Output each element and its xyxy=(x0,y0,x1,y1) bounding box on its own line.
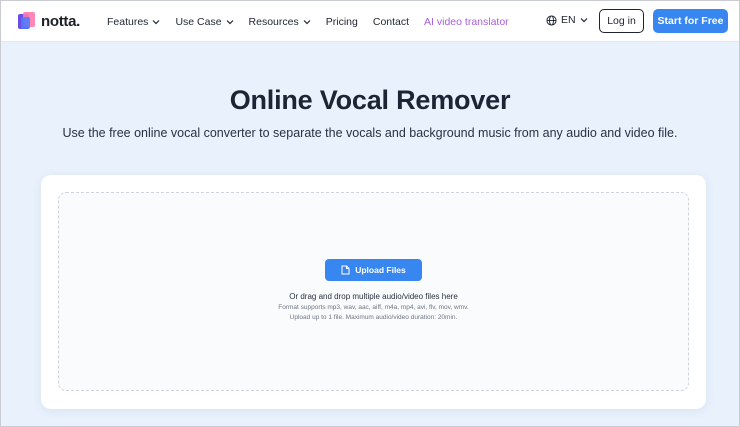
top-navbar: notta. Features Use Case Resources Prici… xyxy=(1,1,739,42)
language-label: EN xyxy=(561,14,576,26)
nav-item-label: Resources xyxy=(248,15,299,28)
nav-item-contact[interactable]: Contact xyxy=(373,16,409,28)
notta-logo-icon xyxy=(18,12,36,30)
page-subtitle: Use the free online vocal converter to s… xyxy=(62,126,678,140)
chevron-down-icon xyxy=(226,19,233,24)
main-nav: Features Use Case Resources Pricing Cont… xyxy=(107,1,524,42)
nav-item-label: Pricing xyxy=(325,15,358,28)
language-selector[interactable]: EN xyxy=(546,14,588,26)
chevron-down-icon xyxy=(580,18,588,23)
nav-item-label: AI video translator xyxy=(424,15,509,28)
nav-item-ai-video-translator[interactable]: AI video translator xyxy=(424,16,509,28)
nav-item-label: Contact xyxy=(372,15,410,28)
page-title: Online Vocal Remover xyxy=(229,85,511,115)
nav-item-resources[interactable]: Resources xyxy=(249,16,311,28)
nav-item-pricing[interactable]: Pricing xyxy=(326,16,358,28)
file-dropzone[interactable]: Upload Files Or drag and drop multiple a… xyxy=(58,192,689,391)
drop-instructions: Or drag and drop multiple audio/video fi… xyxy=(289,292,458,301)
nav-item-label: Use Case xyxy=(175,15,222,28)
globe-icon xyxy=(546,14,557,26)
login-button[interactable]: Log in xyxy=(599,9,644,33)
nav-item-label: Features xyxy=(107,15,149,28)
upload-limits: Upload up to 1 file. Maximum audio/video… xyxy=(289,314,458,321)
supported-formats: Format supports mp3, wav, aac, aiff, m4a… xyxy=(278,304,469,311)
upload-card: Upload Files Or drag and drop multiple a… xyxy=(41,175,706,409)
start-for-free-button[interactable]: Start for Free xyxy=(653,9,728,33)
chevron-down-icon xyxy=(153,19,160,24)
nav-item-features[interactable]: Features xyxy=(107,16,160,28)
upload-button-label: Upload Files xyxy=(355,265,406,275)
nav-item-use-case[interactable]: Use Case xyxy=(175,16,233,28)
file-upload-icon xyxy=(341,265,350,275)
upload-files-button[interactable]: Upload Files xyxy=(325,259,422,281)
brand-name: notta. xyxy=(41,12,81,30)
brand-logo[interactable]: notta. xyxy=(18,12,80,30)
chevron-down-icon xyxy=(303,19,311,24)
